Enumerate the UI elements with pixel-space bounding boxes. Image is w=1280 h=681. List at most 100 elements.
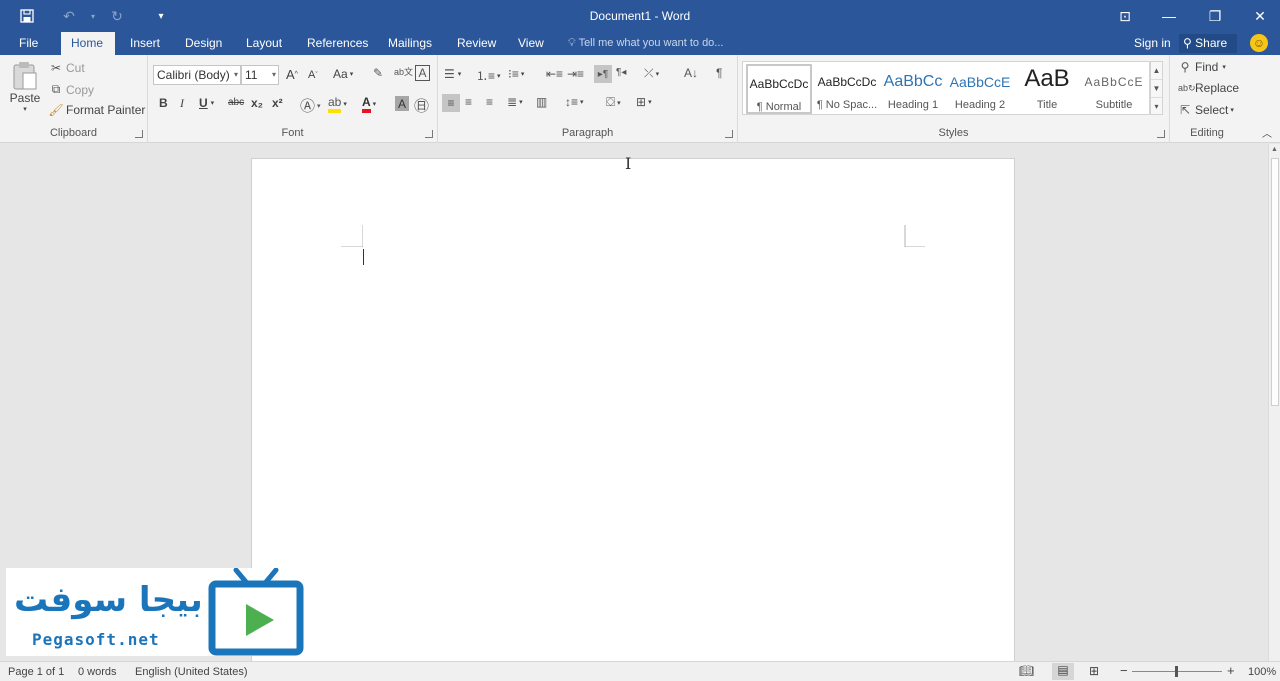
scrollbar-thumb[interactable] (1271, 158, 1279, 406)
font-color-button[interactable]: A ▾ (362, 95, 376, 113)
shrink-font-button[interactable]: Aˇ (308, 69, 318, 81)
font-family-combo[interactable]: Calibri (Body) ▾ (153, 65, 241, 85)
change-case-button[interactable]: Aa ▾ (333, 67, 353, 81)
increase-indent-button[interactable]: ⇥≡ (567, 67, 584, 81)
font-group-label: Font (281, 127, 304, 139)
style-heading-2[interactable]: AaBbCcE Heading 2 (947, 64, 1013, 114)
character-border-button[interactable]: A (415, 65, 430, 81)
line-spacing-button[interactable]: ↕≡ ▾ (565, 95, 584, 109)
scroll-up-icon[interactable]: ▲ (1271, 146, 1278, 153)
undo-dropdown-icon[interactable]: ▾ (80, 0, 106, 32)
bullets-button[interactable]: ☰ ▾ (444, 67, 461, 81)
grow-font-button[interactable]: A ^ (286, 67, 298, 82)
enclose-characters-button[interactable]: ㊐ (414, 95, 429, 116)
highlight-button[interactable]: ab ▾ (328, 95, 347, 113)
save-icon[interactable] (14, 0, 40, 32)
ribbon: Paste ▾ ✂ Cut ⧉ Copy 🖌︎ Format Painter C… (0, 55, 1280, 143)
style-no-spacing[interactable]: AaBbCcDc ¶ No Spac... (814, 64, 880, 114)
replace-button[interactable]: ab↻ Replace (1178, 81, 1239, 95)
read-mode-icon[interactable]: 📖︎ (1019, 664, 1034, 678)
style-title[interactable]: AaB Title (1014, 64, 1080, 114)
sort-button[interactable]: A↓ (684, 66, 698, 80)
collapse-ribbon-icon[interactable]: ︿ (1262, 125, 1272, 140)
show-formatting-button[interactable]: ¶ (716, 66, 722, 80)
print-layout-icon[interactable]: ▤ (1052, 663, 1074, 680)
language-status[interactable]: English (United States) (135, 666, 248, 678)
asian-layout-button[interactable]: ⤫ ▾ (644, 66, 659, 81)
font-dialog-launcher-icon[interactable] (425, 130, 433, 138)
phonetic-guide-button[interactable]: ab文 (394, 65, 413, 78)
italic-button[interactable]: I (180, 96, 184, 111)
style-subtitle[interactable]: AaBbCcE Subtitle (1081, 64, 1147, 114)
style-preview: AaBbCcE (949, 74, 1011, 90)
center-button[interactable]: ≡ (465, 95, 472, 109)
clear-formatting-button[interactable]: ✎ (373, 66, 383, 80)
superscript-button[interactable]: x² (272, 96, 283, 110)
zoom-in-button[interactable]: + (1227, 663, 1235, 678)
select-button[interactable]: ⇱ Select ▾ (1178, 103, 1234, 117)
justify-button[interactable]: ≣ ▾ (507, 95, 523, 109)
borders-button[interactable]: ⊞ ▾ (636, 95, 652, 109)
numbering-button[interactable]: ⒈≡ ▾ (476, 67, 501, 84)
ribbon-display-options-icon[interactable]: ⊡ (1102, 0, 1148, 32)
find-button[interactable]: ⚲ Find ▾ (1178, 60, 1226, 74)
character-shading-button[interactable]: A (395, 96, 409, 111)
text-effects-button[interactable]: Ⓐ ▾ (300, 95, 321, 116)
align-right-button[interactable]: ≡ (486, 95, 493, 109)
gallery-down-icon[interactable]: ▼ (1151, 80, 1162, 98)
vertical-scrollbar[interactable]: ▲ (1268, 144, 1280, 661)
zoom-level[interactable]: 100% (1248, 666, 1276, 678)
close-button[interactable]: ✕ (1237, 0, 1280, 32)
style-name: Subtitle (1095, 99, 1133, 111)
gallery-up-icon[interactable]: ▲ (1151, 62, 1162, 80)
zoom-out-button[interactable]: − (1120, 663, 1128, 678)
cut-button[interactable]: ✂ Cut (48, 61, 85, 75)
page-count[interactable]: Page 1 of 1 (8, 666, 64, 678)
restore-button[interactable]: ❐ (1192, 0, 1238, 32)
copy-button[interactable]: ⧉ Copy (48, 82, 94, 97)
tab-view[interactable]: View (508, 32, 554, 55)
paste-button[interactable]: Paste ▾ (8, 61, 42, 113)
smiley-feedback-icon[interactable]: ☺ (1250, 34, 1268, 52)
distributed-button[interactable]: ▥ (536, 95, 547, 109)
bold-button[interactable]: B (159, 96, 168, 110)
font-size-combo[interactable]: 11 ▾ (241, 65, 279, 85)
right-to-left-button[interactable]: ¶◂ (616, 67, 626, 78)
left-to-right-button[interactable]: ▸¶ (594, 65, 612, 83)
align-left-button[interactable]: ≡ (442, 94, 460, 112)
copy-label: Copy (66, 82, 95, 97)
tab-insert[interactable]: Insert (120, 32, 170, 55)
subscript-button[interactable]: x₂ (251, 96, 263, 110)
web-layout-icon[interactable]: ⊞ (1089, 664, 1099, 678)
tab-review[interactable]: Review (447, 32, 506, 55)
tab-layout[interactable]: Layout (236, 32, 292, 55)
style-normal[interactable]: AaBbCcDc ¶ Normal (746, 64, 812, 114)
format-painter-button[interactable]: 🖌︎ Format Painter (48, 103, 145, 117)
clipboard-dialog-launcher-icon[interactable] (135, 130, 143, 138)
word-count[interactable]: 0 words (78, 666, 117, 678)
share-button[interactable]: ⚲ Share (1179, 34, 1237, 53)
minimize-button[interactable]: — (1146, 0, 1192, 32)
tell-me-box[interactable]: 💡︎ Tell me what you want to do... (568, 32, 723, 55)
zoom-slider-thumb[interactable] (1175, 666, 1178, 677)
tab-home[interactable]: Home (61, 32, 115, 55)
multilevel-list-button[interactable]: ⁝≡ ▾ (508, 67, 524, 81)
tab-design[interactable]: Design (175, 32, 232, 55)
shading-button[interactable]: ⛋ ▾ (606, 95, 621, 110)
sign-in-link[interactable]: Sign in (1134, 32, 1171, 54)
paragraph-dialog-launcher-icon[interactable] (725, 130, 733, 138)
style-heading-1[interactable]: AaBbCc Heading 1 (880, 64, 946, 114)
decrease-indent-button[interactable]: ⇤≡ (546, 67, 563, 81)
document-page[interactable] (251, 158, 1015, 668)
undo-icon[interactable]: ↶ (56, 0, 82, 32)
redo-icon[interactable]: ↻ (104, 0, 130, 32)
customize-quick-access-icon[interactable]: ▾ (148, 0, 174, 32)
tab-references[interactable]: References (297, 32, 378, 55)
tab-file[interactable]: File (9, 32, 48, 55)
gallery-more-icon[interactable]: ▾ (1151, 98, 1162, 116)
styles-dialog-launcher-icon[interactable] (1157, 130, 1165, 138)
tab-mailings[interactable]: Mailings (378, 32, 442, 55)
ibeam-pointer-icon: I (625, 154, 632, 173)
strikethrough-button[interactable]: abc (228, 97, 244, 108)
underline-button[interactable]: U ▾ (199, 96, 214, 110)
